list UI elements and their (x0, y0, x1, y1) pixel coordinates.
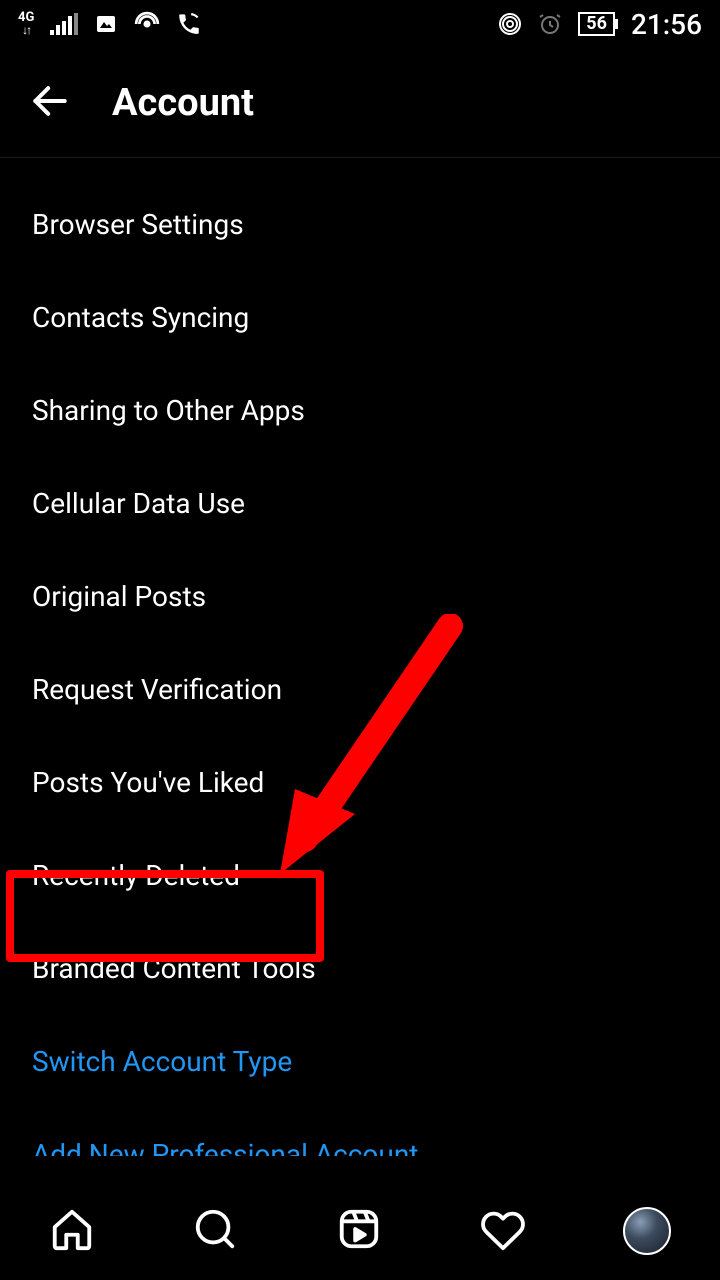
menu-item-original-posts[interactable]: Original Posts (0, 550, 720, 643)
alarm-icon (538, 12, 562, 36)
status-right: 56 21:56 (498, 8, 702, 41)
reels-icon[interactable] (336, 1206, 382, 1256)
wifi-call-icon (176, 11, 202, 37)
status-left: 4G ↓↑ (18, 11, 202, 37)
menu-item-posts-you-ve-liked[interactable]: Posts You've Liked (0, 736, 720, 829)
bottom-nav (0, 1180, 720, 1280)
back-arrow-icon[interactable] (28, 79, 72, 127)
status-time: 21:56 (631, 8, 702, 41)
network-4g-icon: 4G ↓↑ (18, 12, 34, 36)
home-icon[interactable] (49, 1206, 95, 1256)
status-bar: 4G ↓↑ 56 21:56 (0, 0, 720, 48)
menu-item-branded-content-tools[interactable]: Branded Content Tools (0, 922, 720, 1015)
menu-item-add-new-professional-account[interactable]: Add New Professional Account (0, 1108, 720, 1156)
menu-item-sharing-to-other-apps[interactable]: Sharing to Other Apps (0, 364, 720, 457)
menu-item-cellular-data-use[interactable]: Cellular Data Use (0, 457, 720, 550)
menu-item-contacts-syncing[interactable]: Contacts Syncing (0, 271, 720, 364)
menu-item-browser-settings[interactable]: Browser Settings (0, 178, 720, 271)
heart-icon[interactable] (480, 1206, 526, 1256)
menu-item-switch-account-type[interactable]: Switch Account Type (0, 1015, 720, 1108)
signal-icon (50, 13, 78, 35)
search-icon[interactable] (192, 1206, 238, 1256)
settings-menu: Browser SettingsContacts SyncingSharing … (0, 158, 720, 1156)
menu-item-recently-deleted[interactable]: Recently Deleted (0, 829, 720, 922)
page-title: Account (112, 81, 254, 125)
header: Account (0, 48, 720, 158)
picture-icon (94, 12, 118, 36)
cast-icon (498, 12, 522, 36)
battery-icon: 56 (578, 12, 615, 36)
profile-avatar[interactable] (623, 1207, 671, 1255)
hotspot-icon (134, 11, 160, 37)
menu-item-request-verification[interactable]: Request Verification (0, 643, 720, 736)
